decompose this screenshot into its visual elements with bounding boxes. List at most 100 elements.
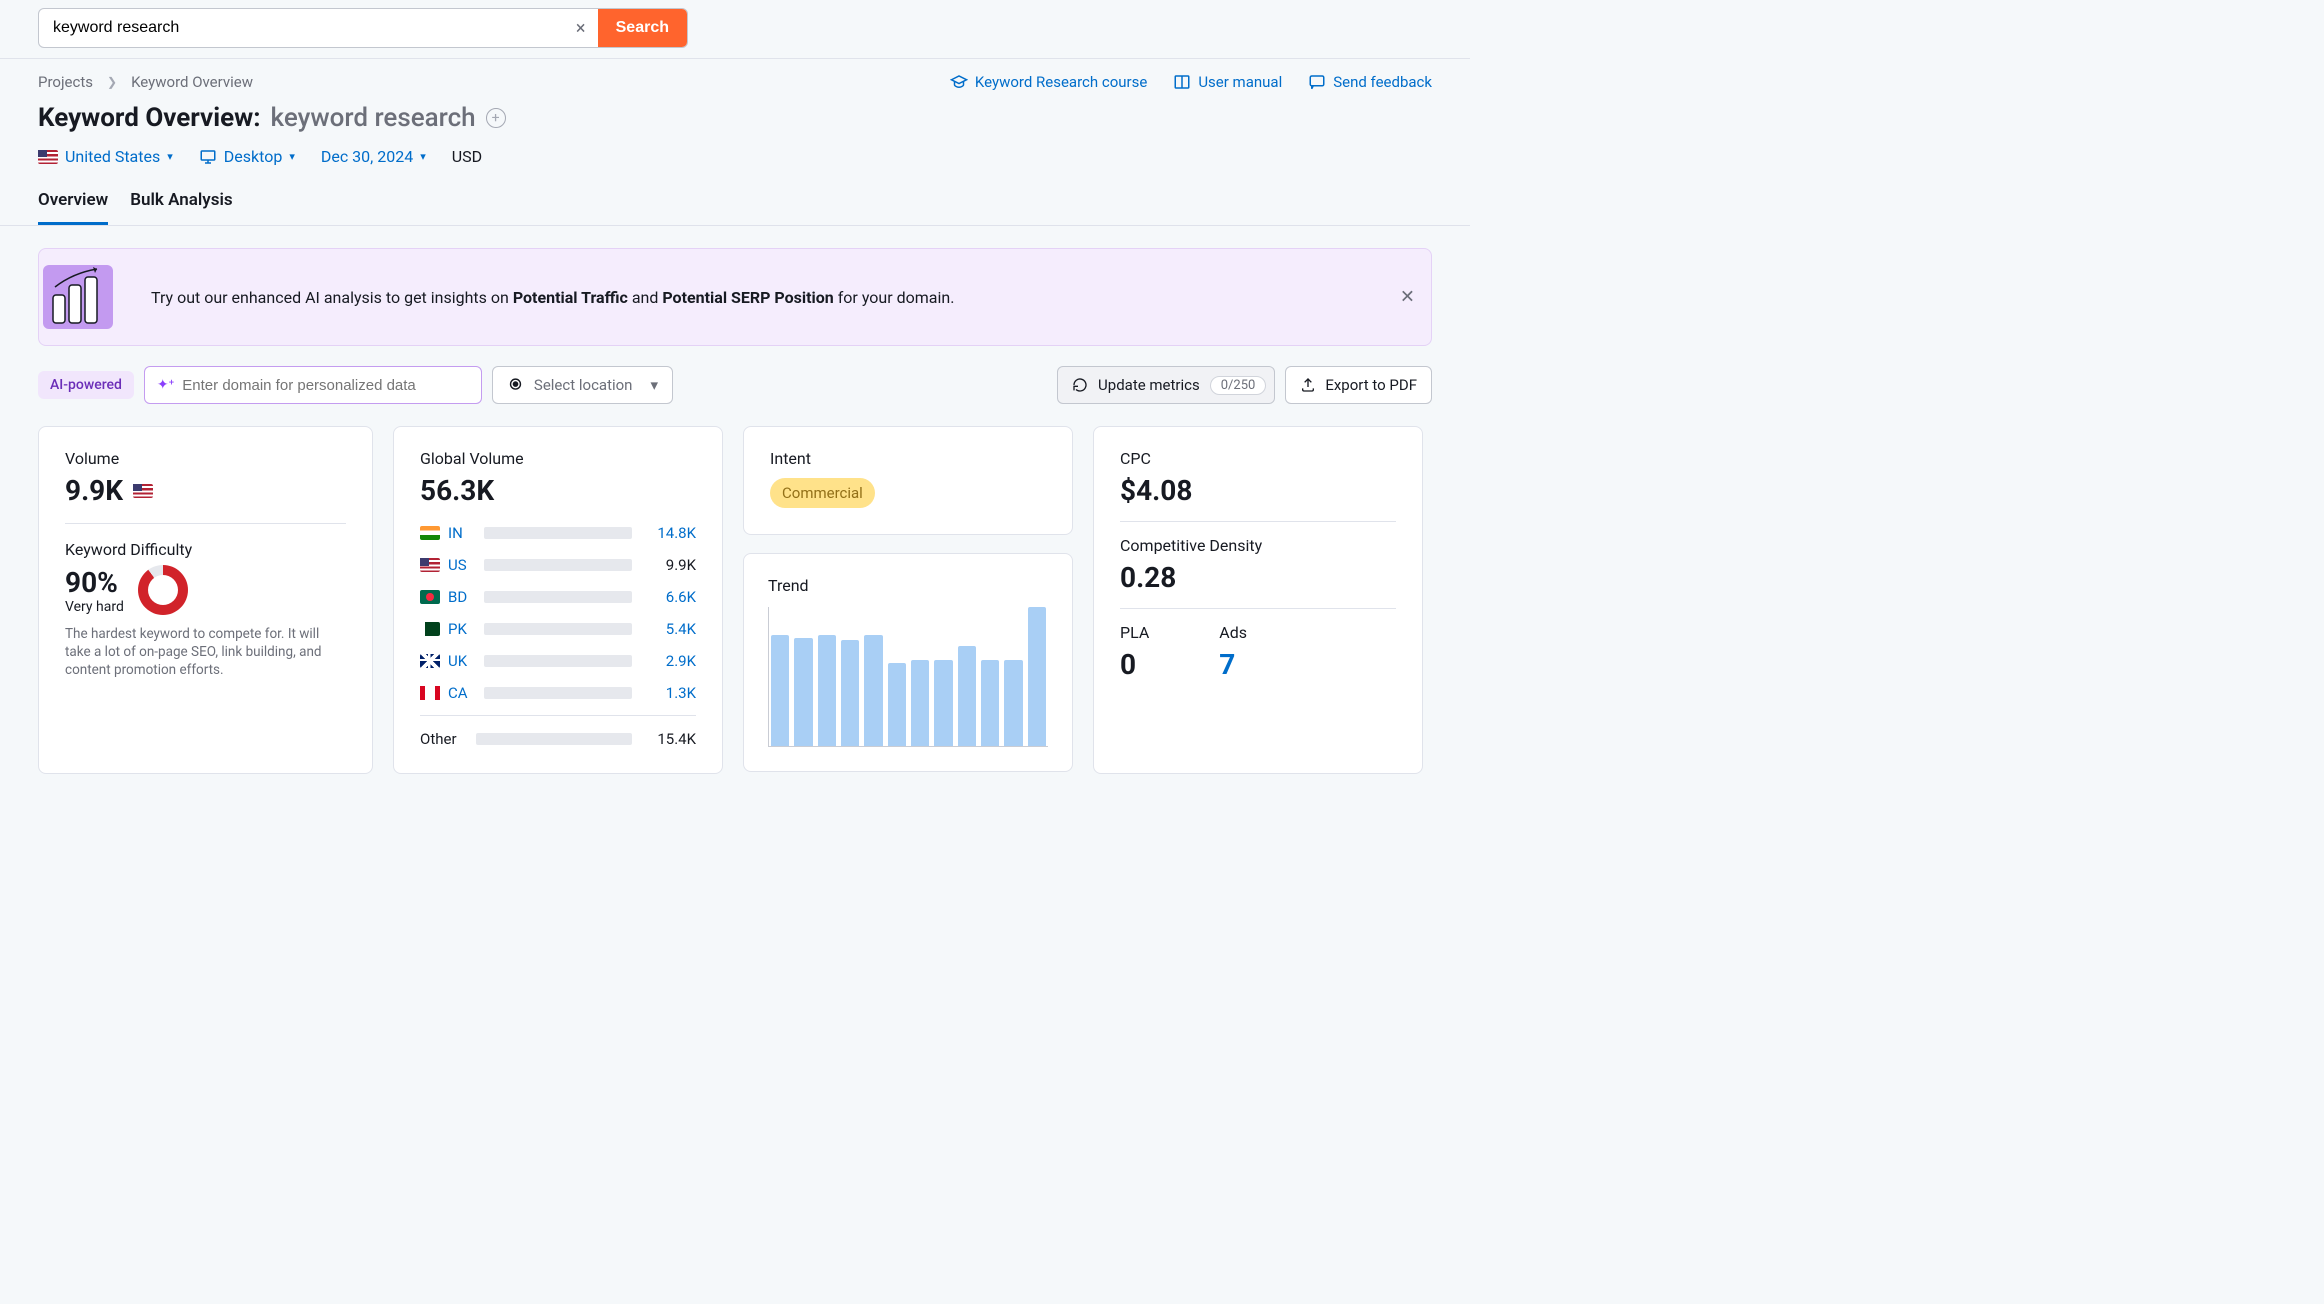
pin-icon [507,377,524,394]
tab-overview[interactable]: Overview [38,190,108,225]
trend-chart [768,607,1048,747]
gv-row-uk[interactable]: UK 2.9K [420,645,696,677]
sparkle-icon: ✦⁺ [157,377,174,393]
update-metrics-button[interactable]: Update metrics 0/250 [1057,366,1275,404]
update-count-badge: 0/250 [1210,376,1267,395]
trend-bar [794,638,812,746]
currency-label: USD [452,147,482,166]
chevron-down-icon: ▾ [167,150,173,163]
cd-value: 0.28 [1120,561,1396,594]
tab-bulk-analysis[interactable]: Bulk Analysis [130,190,232,225]
trend-bar [911,660,929,746]
kd-label: Keyword Difficulty [65,540,346,559]
export-icon [1300,377,1316,393]
uk-flag-icon [420,654,440,668]
global-volume-card: Global Volume 56.3K IN 14.8K US 9.9K BD … [393,426,723,774]
trend-bar [841,640,859,746]
trend-bar [958,646,976,746]
cpc-card: CPC $4.08 Competitive Density 0.28 PLA 0… [1093,426,1423,774]
gv-value: 14.8K [640,524,696,542]
book-icon [1173,73,1191,91]
gv-row-in[interactable]: IN 14.8K [420,517,696,549]
country-code: IN [448,524,476,542]
breadcrumb: Projects ❯ Keyword Overview [38,73,253,91]
trend-bar [981,660,999,746]
domain-input-wrap: ✦⁺ [144,366,482,404]
trend-bar [1028,607,1046,746]
ai-banner: Try out our enhanced AI analysis to get … [38,248,1432,346]
country-code: US [448,556,476,574]
page-keyword: keyword research [271,103,476,133]
course-link[interactable]: Keyword Research course [950,73,1147,91]
cpc-label: CPC [1120,449,1396,468]
add-keyword-icon[interactable]: + [486,108,506,128]
gv-value: 6.6K [640,588,696,606]
trend-bar [771,635,789,746]
ads-value[interactable]: 7 [1219,648,1247,681]
trend-label: Trend [768,576,1048,595]
breadcrumb-current: Keyword Overview [131,73,253,91]
chevron-down-icon: ▾ [289,150,295,163]
trend-card: Trend [743,553,1073,772]
export-pdf-button[interactable]: Export to PDF [1285,366,1432,404]
kd-value: 90% [65,566,124,599]
gv-row-us[interactable]: US 9.9K [420,549,696,581]
pk-flag-icon [420,622,440,636]
trend-bar [864,635,882,746]
location-select[interactable]: Select location ▾ [492,366,673,404]
gv-value: 1.3K [640,684,696,702]
chevron-right-icon: ❯ [107,75,117,89]
gv-row-bd[interactable]: BD 6.6K [420,581,696,613]
volume-card: Volume 9.9K Keyword Difficulty 90% Very … [38,426,373,774]
bd-flag-icon [420,590,440,604]
country-code: BD [448,588,476,606]
us-flag-icon [38,150,58,164]
chevron-down-icon: ▾ [420,150,426,163]
refresh-icon [1072,377,1088,393]
gv-value: 5.4K [640,620,696,638]
intent-badge: Commercial [770,478,875,508]
chat-icon [1308,73,1326,91]
cpc-value: $4.08 [1120,474,1396,507]
domain-input[interactable] [182,377,469,394]
pla-label: PLA [1120,623,1149,642]
intent-label: Intent [770,449,1046,468]
search-input[interactable] [39,19,564,37]
trend-bar [888,663,906,746]
pla-value: 0 [1120,648,1149,681]
graduation-cap-icon [950,73,968,91]
search-box: × Search [38,8,688,48]
date-filter[interactable]: Dec 30, 2024 ▾ [321,147,426,166]
trend-bar [934,660,952,746]
us-flag-icon [420,558,440,572]
chevron-down-icon: ▾ [650,376,658,394]
search-button[interactable]: Search [598,9,687,47]
kd-description: The hardest keyword to compete for. It w… [65,625,346,680]
gv-row-ca[interactable]: CA 1.3K [420,677,696,709]
trend-bar [818,635,836,746]
country-code: UK [448,652,476,670]
country-code: CA [448,684,476,702]
feedback-link[interactable]: Send feedback [1308,73,1432,91]
clear-search-icon[interactable]: × [564,18,598,39]
trend-bar [1004,660,1022,746]
gv-row-pk[interactable]: PK 5.4K [420,613,696,645]
country-filter[interactable]: United States ▾ [38,147,173,166]
global-volume-label: Global Volume [420,449,696,468]
desktop-icon [199,148,217,166]
volume-value: 9.9K [65,474,123,507]
banner-text: Try out our enhanced AI analysis to get … [151,288,954,307]
breadcrumb-projects[interactable]: Projects [38,73,93,91]
us-flag-icon [133,484,153,498]
manual-link[interactable]: User manual [1173,73,1282,91]
gv-value: 9.9K [640,556,696,574]
country-code: PK [448,620,476,638]
global-volume-value: 56.3K [420,474,696,507]
device-filter[interactable]: Desktop ▾ [199,147,295,166]
volume-label: Volume [65,449,346,468]
intent-card: Intent Commercial [743,426,1073,535]
other-label: Other [420,730,468,748]
close-icon[interactable]: ✕ [1400,287,1415,308]
page-title: Keyword Overview: [38,103,261,133]
ai-banner-icon [39,263,117,331]
